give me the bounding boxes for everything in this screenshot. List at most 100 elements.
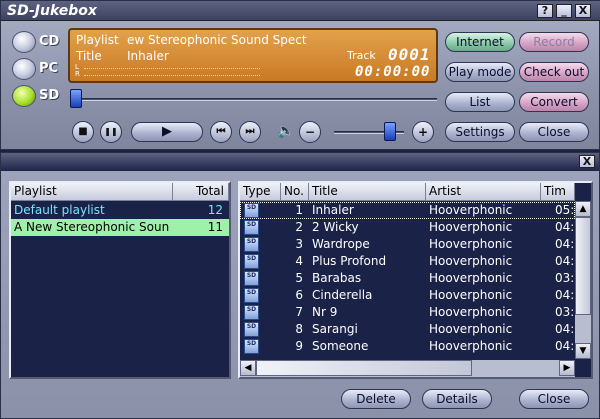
track-artist: Hooverphonic (429, 271, 513, 285)
track-list-panel: Type No. Title Artist Tim SD 1 Inhaler Hoov… (238, 181, 593, 379)
list-button[interactable]: List (445, 92, 515, 112)
playlist-title-bar[interactable]: X (1, 153, 599, 171)
level-meter (84, 68, 260, 76)
track-artist: Hooverphonic (429, 254, 513, 268)
playlist-row[interactable]: Default playlist 12 (11, 202, 229, 219)
lcd-track-label: Track (347, 49, 376, 62)
lcd-level-label: L R (75, 64, 80, 78)
playlist-header-name[interactable]: Playlist (11, 183, 173, 201)
sd-card-icon: SD (244, 322, 259, 337)
track-time: 04: (555, 220, 575, 234)
source-cd-radio[interactable] (12, 31, 36, 53)
playlist-name: Default playlist (14, 203, 105, 217)
track-title: Inhaler (312, 203, 354, 217)
source-pc-radio[interactable] (12, 58, 36, 80)
scroll-down-arrow-icon[interactable]: ▼ (575, 343, 591, 359)
track-row[interactable]: SD 6 Cinderella Hooverphonic 04: (240, 287, 575, 304)
scroll-left-arrow-icon[interactable]: ◀ (240, 360, 256, 376)
playlist-total: 11 (207, 220, 223, 234)
vertical-scroll-thumb[interactable] (575, 217, 591, 315)
track-number: 2 (295, 220, 303, 234)
scroll-right-arrow-icon[interactable]: ▶ (559, 360, 575, 376)
source-sd-radio[interactable] (12, 85, 36, 107)
settings-button[interactable]: Settings (445, 122, 515, 142)
playlist-total: 12 (207, 203, 223, 217)
volume-up-button[interactable]: + (412, 121, 434, 143)
internet-button[interactable]: Internet (445, 32, 515, 52)
track-row[interactable]: SD 5 Barabas Hooverphonic 03: (240, 270, 575, 287)
close-window-button[interactable]: X (575, 4, 591, 18)
source-cd-label[interactable]: CD (39, 34, 59, 49)
track-header-time[interactable]: Tim (541, 183, 575, 201)
speaker-icon: 🔈 (277, 123, 295, 139)
convert-button[interactable]: Convert (519, 92, 589, 112)
title-bar[interactable]: SD-Jukebox ? _ X (1, 1, 600, 21)
track-number: 8 (295, 322, 303, 336)
previous-track-button[interactable]: ⏮ (210, 121, 232, 143)
minimize-button[interactable]: _ (556, 4, 572, 18)
lcd-time: 00:00:00 (355, 64, 431, 80)
sd-card-icon: SD (244, 203, 259, 218)
track-title: Wardrope (312, 237, 370, 251)
track-title: Barabas (312, 271, 362, 285)
record-button[interactable]: Record (519, 32, 589, 52)
track-row[interactable]: SD 2 2 Wicky Hooverphonic 04: (240, 219, 575, 236)
sd-card-icon: SD (244, 254, 259, 269)
playlist-row-selected[interactable]: A New Stereophonic Sound S 11 (11, 219, 229, 236)
playlist-header-total[interactable]: Total (173, 183, 229, 201)
check-out-button[interactable]: Check out (519, 62, 589, 82)
lcd-display: Playlist ew Stereophonic Sound Spectacu … (68, 28, 438, 83)
lcd-playlist-label: Playlist (76, 33, 119, 47)
source-pc-label[interactable]: PC (39, 61, 58, 76)
track-number: 3 (295, 237, 303, 251)
track-title: Someone (312, 339, 369, 353)
close-app-button[interactable]: Close (519, 122, 589, 142)
volume-down-button[interactable]: − (299, 121, 321, 143)
track-artist: Hooverphonic (429, 220, 513, 234)
source-sd-label[interactable]: SD (39, 88, 59, 103)
help-button[interactable]: ? (537, 4, 553, 18)
track-time: 03: (555, 271, 575, 285)
track-title: Plus Profond (312, 254, 387, 268)
lcd-title-value: Inhaler (127, 49, 169, 63)
track-title: Cinderella (312, 288, 373, 302)
track-time: 04: (555, 254, 575, 268)
play-button[interactable]: ▶ (131, 122, 203, 142)
track-header-no[interactable]: No. (281, 183, 309, 201)
track-row[interactable]: SD 3 Wardrope Hooverphonic 04: (240, 236, 575, 253)
track-header-type[interactable]: Type (240, 183, 281, 201)
track-artist: Hooverphonic (429, 288, 513, 302)
seek-slider-thumb[interactable] (70, 89, 82, 108)
close-playlist-window-button[interactable]: X (579, 155, 595, 168)
next-track-button[interactable]: ⏭ (239, 121, 261, 143)
details-button[interactable]: Details (422, 389, 492, 409)
horizontal-scroll-thumb[interactable] (256, 360, 472, 376)
scroll-up-arrow-icon[interactable]: ▲ (575, 201, 591, 217)
track-artist: Hooverphonic (429, 237, 513, 251)
track-row[interactable]: SD 8 Sarangi Hooverphonic 04: (240, 321, 575, 338)
seek-rail[interactable] (77, 98, 437, 101)
track-header-artist[interactable]: Artist (426, 183, 541, 201)
track-title: Nr 9 (312, 305, 338, 319)
sd-card-icon: SD (244, 305, 259, 320)
volume-slider-thumb[interactable] (384, 122, 396, 141)
close-playlist-button[interactable]: Close (519, 389, 589, 409)
track-time: 04: (555, 339, 575, 353)
track-row[interactable]: SD 9 Someone Hooverphonic 04: (240, 338, 575, 355)
delete-button[interactable]: Delete (341, 389, 411, 409)
track-artist: Hooverphonic (429, 339, 513, 353)
pause-button[interactable]: ❚❚ (100, 121, 122, 143)
lcd-track-number: 0001 (388, 45, 431, 64)
track-row[interactable]: SD 7 Nr 9 Hooverphonic 03: (240, 304, 575, 321)
track-time: 04: (555, 322, 575, 336)
track-number: 5 (295, 271, 303, 285)
track-row[interactable]: SD 1 Inhaler Hooverphonic 05: (240, 202, 575, 219)
stop-button[interactable]: ■ (72, 121, 94, 143)
sd-card-icon: SD (244, 220, 259, 235)
play-mode-button[interactable]: Play mode (445, 62, 515, 82)
jukebox-window: SD-Jukebox ? _ X CD PC SD Playlist ew St… (0, 0, 600, 150)
track-row[interactable]: SD 4 Plus Profond Hooverphonic 04: (240, 253, 575, 270)
track-artist: Hooverphonic (429, 203, 513, 217)
track-artist: Hooverphonic (429, 305, 513, 319)
track-header-title[interactable]: Title (309, 183, 426, 201)
